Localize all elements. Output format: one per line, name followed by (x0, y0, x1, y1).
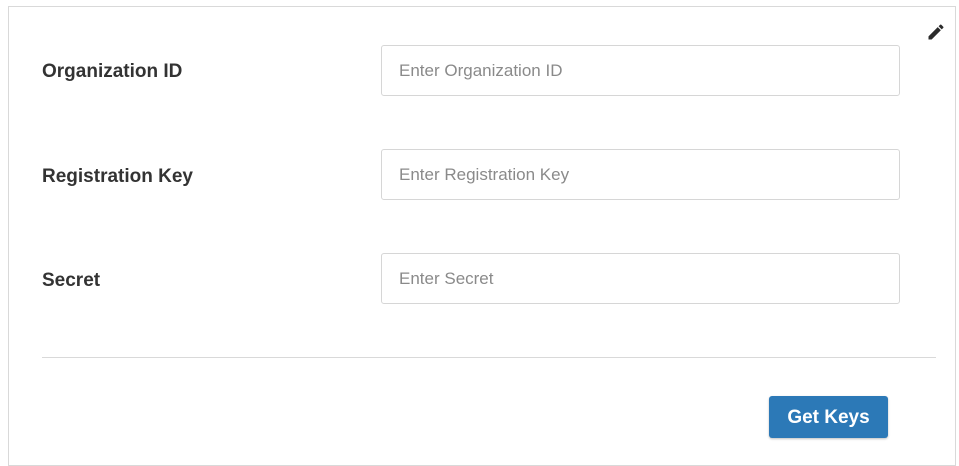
organization-id-label: Organization ID (42, 61, 183, 82)
organization-id-input[interactable] (381, 45, 900, 96)
registration-key-input[interactable] (381, 149, 900, 200)
get-keys-button[interactable]: Get Keys (769, 396, 888, 438)
registration-key-label: Registration Key (42, 166, 193, 187)
form-divider (42, 357, 936, 358)
secret-input[interactable] (381, 253, 900, 304)
pencil-icon[interactable] (926, 22, 946, 42)
secret-label: Secret (42, 270, 101, 291)
